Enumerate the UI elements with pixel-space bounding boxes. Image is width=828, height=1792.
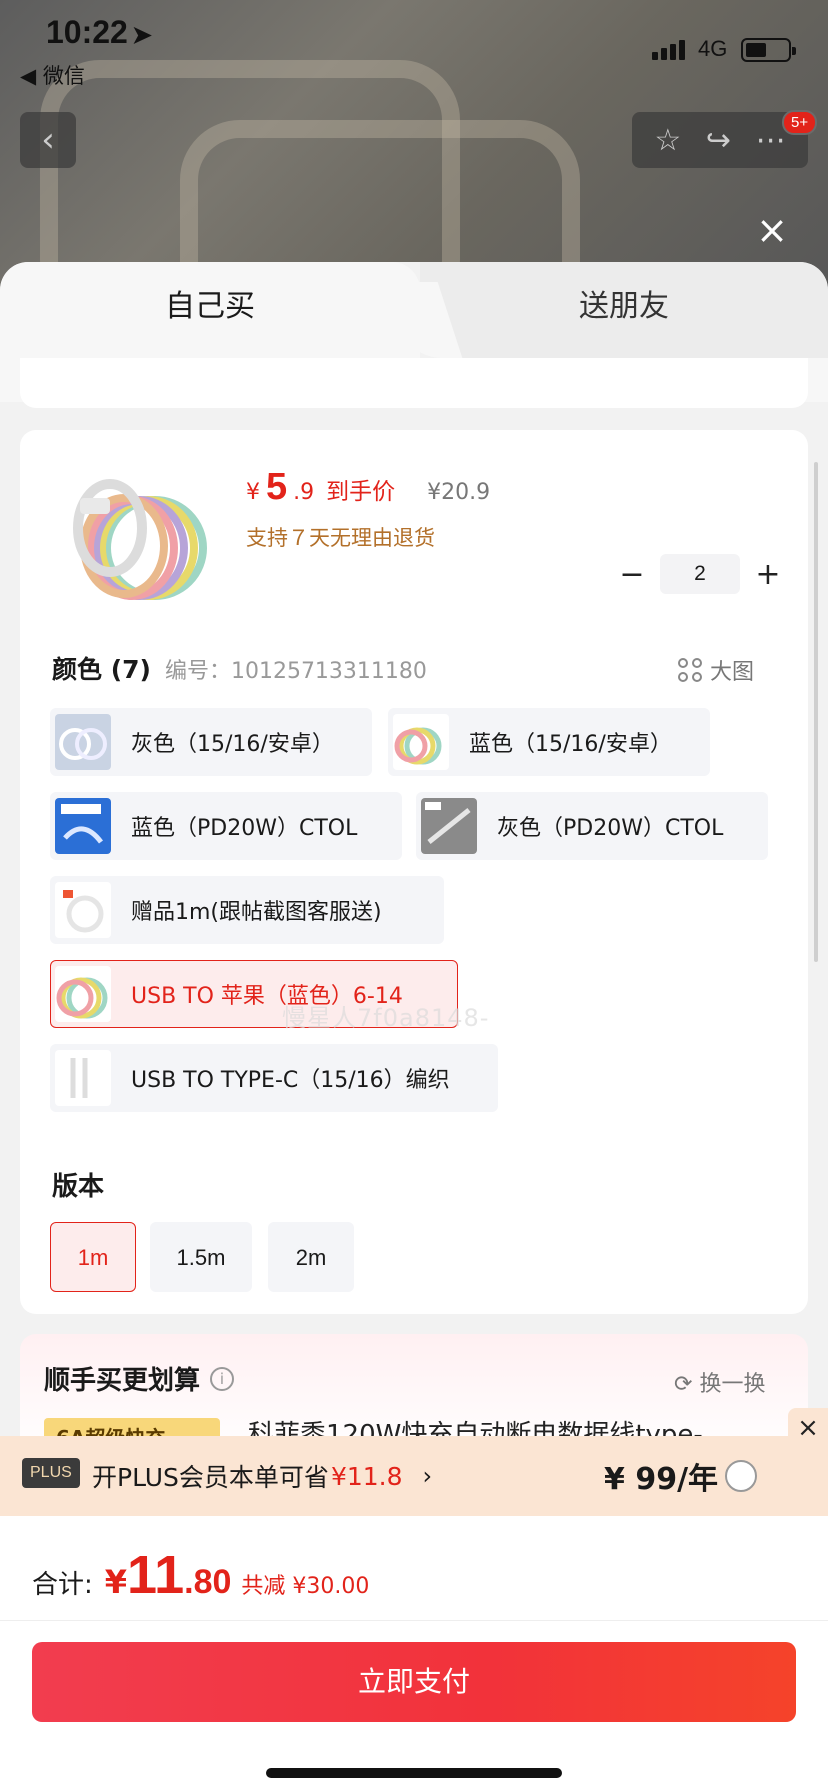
big-picture-toggle[interactable]: 大图 — [678, 654, 754, 686]
price-label: 到手价 — [326, 479, 396, 505]
status-time: 10:22 ➤ — [46, 14, 152, 50]
version-option-selected[interactable]: 1m — [50, 1222, 136, 1292]
scrollbar[interactable] — [814, 462, 818, 962]
tab-buy-self[interactable]: 自己买 — [0, 262, 420, 358]
color-option-label: 蓝色（15/16/安卓） — [469, 732, 672, 757]
version-option[interactable]: 2m — [268, 1222, 354, 1292]
price-integer: 5 — [266, 466, 288, 508]
plus-promo[interactable]: 开PLUS会员本单可省 ¥11.8 › — [92, 1458, 432, 1494]
option-thumbnail — [55, 966, 111, 1022]
color-option[interactable]: 灰色（PD20W）CTOL — [416, 792, 768, 860]
version-title: 版本 — [52, 1172, 105, 1202]
tab-send-friend[interactable]: 送朋友 — [420, 262, 828, 358]
swap-label: 换一换 — [699, 1372, 766, 1397]
total-decimal: .80 — [184, 1563, 232, 1601]
network-label: 4G — [698, 36, 728, 61]
grid-icon — [678, 658, 702, 682]
option-thumbnail — [55, 798, 111, 854]
quantity-input[interactable]: 2 — [660, 554, 740, 594]
color-title: 颜色 (7) — [52, 655, 151, 684]
product-thumbnail[interactable] — [60, 468, 210, 608]
info-icon[interactable]: i — [210, 1366, 235, 1391]
close-sheet-icon[interactable]: × — [752, 210, 792, 250]
chevron-right-icon: › — [422, 1462, 433, 1490]
swap-button[interactable]: ⟳ 换一换 — [674, 1366, 765, 1398]
color-option[interactable]: 蓝色（15/16/安卓） — [388, 708, 710, 776]
checkout-footer: 合计: ¥ 11 .80 共减 ¥30.00 立即支付 — [0, 1516, 828, 1792]
plus-logo: PLUS — [22, 1458, 80, 1488]
share-icon[interactable]: ↪ — [706, 123, 731, 158]
big-picture-label: 大图 — [710, 660, 755, 685]
original-price: ¥20.9 — [427, 480, 491, 505]
pay-now-button[interactable]: 立即支付 — [32, 1642, 796, 1722]
bundle-title-row: 顺手买更划算 i — [44, 1360, 235, 1397]
color-option-label: 蓝色（PD20W）CTOL — [131, 816, 358, 841]
plus-membership-bar[interactable]: × PLUS 开PLUS会员本单可省 ¥11.8 › ¥ 99/年 — [0, 1408, 828, 1516]
option-thumbnail — [55, 714, 111, 770]
message-badge: 5+ — [782, 110, 818, 135]
color-option[interactable]: USB TO TYPE-C（15/16）编织 — [50, 1044, 498, 1112]
option-thumbnail — [55, 1050, 111, 1106]
decrease-quantity-button[interactable]: − — [612, 557, 652, 592]
sku-card: ¥5.9 到手价 ¥20.9 支持７天无理由退货 − 2 + 颜色 (7) 编号… — [20, 430, 808, 1314]
plus-radio[interactable] — [725, 1460, 757, 1492]
home-indicator[interactable] — [266, 1768, 562, 1778]
total-currency: ¥ — [104, 1563, 128, 1601]
quantity-stepper: − 2 + — [612, 554, 788, 594]
color-option[interactable]: 灰色（15/16/安卓） — [50, 708, 372, 776]
option-thumbnail — [421, 798, 477, 854]
star-icon[interactable]: ☆ — [654, 123, 681, 158]
refresh-icon: ⟳ — [674, 1372, 700, 1397]
price-currency: ¥ — [246, 480, 260, 505]
plus-promo-text: 开PLUS会员本单可省 — [92, 1463, 329, 1492]
color-option-label: 灰色（15/16/安卓） — [131, 732, 334, 757]
previous-card-edge — [20, 358, 808, 408]
sku-number: 编号：10125713311180 — [164, 659, 427, 684]
total-row: 合计: ¥ 11 .80 共减 ¥30.00 — [32, 1544, 369, 1606]
option-thumbnail — [55, 882, 111, 938]
plus-price: ¥ 99/年 — [604, 1462, 719, 1497]
plus-saving: ¥11.8 — [330, 1461, 403, 1491]
watermark: 慢星人7f0a8148- — [282, 1004, 490, 1032]
bundle-title: 顺手买更划算 — [44, 1366, 201, 1396]
color-option-label: 赠品1m(跟帖截图客服送) — [131, 900, 382, 925]
price-row: ¥5.9 到手价 ¥20.9 — [246, 466, 490, 509]
battery-icon — [741, 38, 796, 62]
divider — [0, 1620, 828, 1621]
back-button[interactable]: ‹ — [20, 112, 76, 168]
price-decimal: .9 — [293, 480, 315, 505]
purchase-sheet: 送朋友 自己买 ¥5.9 到手价 ¥20.9 支持７天无理由退货 − 2 + 颜… — [0, 262, 828, 1792]
color-option-label: USB TO TYPE-C（15/16）编织 — [131, 1068, 450, 1093]
more-icon[interactable]: ⋯ — [756, 123, 786, 158]
signal-icon — [652, 40, 685, 60]
increase-quantity-button[interactable]: + — [748, 557, 788, 592]
close-plus-icon[interactable]: × — [788, 1408, 828, 1448]
total-integer: 11 — [127, 1545, 185, 1605]
chevron-left-icon: ‹ — [41, 120, 55, 160]
purchase-tabs: 送朋友 自己买 — [0, 262, 828, 358]
refund-note: 支持７天无理由退货 — [246, 526, 435, 550]
status-bar: 10:22 ➤ ◀ 微信 4G — [0, 0, 828, 100]
total-label: 合计: — [32, 1570, 93, 1600]
total-discount: 共减 ¥30.00 — [241, 1574, 370, 1599]
color-section-title: 颜色 (7) 编号：10125713311180 — [52, 650, 427, 686]
location-arrow-icon: ➤ — [131, 22, 152, 49]
option-thumbnail — [393, 714, 449, 770]
color-option[interactable]: 蓝色（PD20W）CTOL — [50, 792, 402, 860]
color-option[interactable]: 赠品1m(跟帖截图客服送) — [50, 876, 444, 944]
color-option-label: 灰色（PD20W）CTOL — [497, 816, 724, 841]
version-option[interactable]: 1.5m — [150, 1222, 252, 1292]
back-to-wechat-link[interactable]: ◀ 微信 — [20, 60, 85, 90]
